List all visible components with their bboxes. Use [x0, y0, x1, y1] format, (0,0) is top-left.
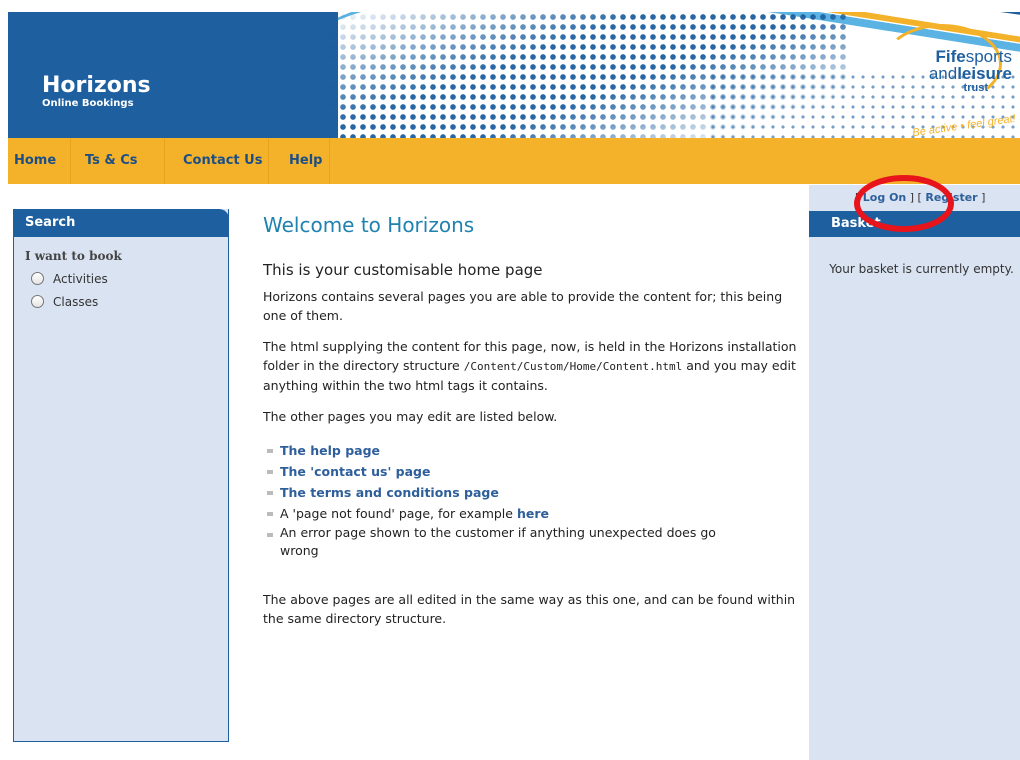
nav-home[interactable]: Home: [8, 138, 70, 184]
radio-label-activities: Activities: [53, 271, 108, 286]
booking-type-label: I want to book: [25, 249, 122, 263]
radio-option-classes[interactable]: Classes: [31, 292, 228, 311]
basket-empty-message: Your basket is currently empty.: [829, 262, 1014, 276]
logo-tagline: Be active • feel great!: [911, 112, 1017, 138]
site-subtitle: Online Bookings: [42, 98, 134, 109]
list-item: The 'contact us' page: [265, 461, 803, 482]
logo-word-leisure: leisure: [957, 64, 1012, 83]
terms-page-link[interactable]: The terms and conditions page: [280, 485, 499, 500]
directory-paragraph: The html supplying the content for this …: [263, 337, 803, 395]
logo-word-trust: trust: [963, 82, 988, 94]
error-page-text-cont: wrong: [280, 543, 319, 558]
basket-column: [ Log On ] [ Register ] Basket Your bask…: [809, 185, 1020, 760]
site-title[interactable]: Horizons: [42, 74, 151, 98]
editable-pages-paragraph: The other pages you may edit are listed …: [263, 409, 558, 424]
radio-activities[interactable]: [31, 272, 44, 285]
nav-terms[interactable]: Ts & Cs: [71, 138, 164, 184]
nav-help[interactable]: Help: [269, 138, 329, 184]
logo-word-and: and: [928, 64, 958, 83]
closing-paragraph: The above pages are all edited in the sa…: [263, 592, 796, 626]
not-found-example-link[interactable]: here: [517, 506, 549, 521]
list-item: The terms and conditions page: [265, 482, 803, 503]
radio-option-activities[interactable]: Activities: [31, 269, 228, 288]
editable-pages-list: The help page The 'contact us' page The …: [265, 440, 803, 560]
page-subtitle: This is your customisable home page: [263, 261, 543, 279]
fife-sports-leisure-logo[interactable]: Fifesports andleisure trust Be active • …: [876, 24, 1017, 138]
search-panel: Search I want to book Activities Classes: [13, 209, 229, 742]
list-item: An error page shown to the customer if a…: [265, 524, 803, 560]
bracket-close: ]: [981, 191, 986, 204]
list-item: A 'page not found' page, for example her…: [265, 503, 803, 524]
error-page-text: An error page shown to the customer if a…: [280, 525, 716, 540]
radio-classes[interactable]: [31, 295, 44, 308]
list-item: The help page: [265, 440, 803, 461]
highlight-circle-annotation: [854, 175, 954, 232]
intro-paragraph: Horizons contains several pages you are …: [263, 289, 783, 323]
not-found-text: A 'page not found' page, for example: [280, 506, 517, 521]
site-header: Horizons Online Bookings Fifesports andl…: [8, 12, 1020, 138]
nav-contact-us[interactable]: Contact Us: [165, 138, 268, 184]
help-page-link[interactable]: The help page: [280, 443, 380, 458]
main-content: Welcome to Horizons This is your customi…: [263, 213, 803, 640]
search-panel-heading: Search: [13, 209, 229, 237]
radio-label-classes: Classes: [53, 294, 99, 309]
content-file-path: /Content/Custom/Home/Content.html: [463, 360, 683, 373]
page-title: Welcome to Horizons: [263, 213, 475, 237]
main-nav: Home Ts & Cs Contact Us Help: [8, 138, 1020, 184]
contact-page-link[interactable]: The 'contact us' page: [280, 464, 430, 479]
nav-divider: [329, 138, 330, 184]
